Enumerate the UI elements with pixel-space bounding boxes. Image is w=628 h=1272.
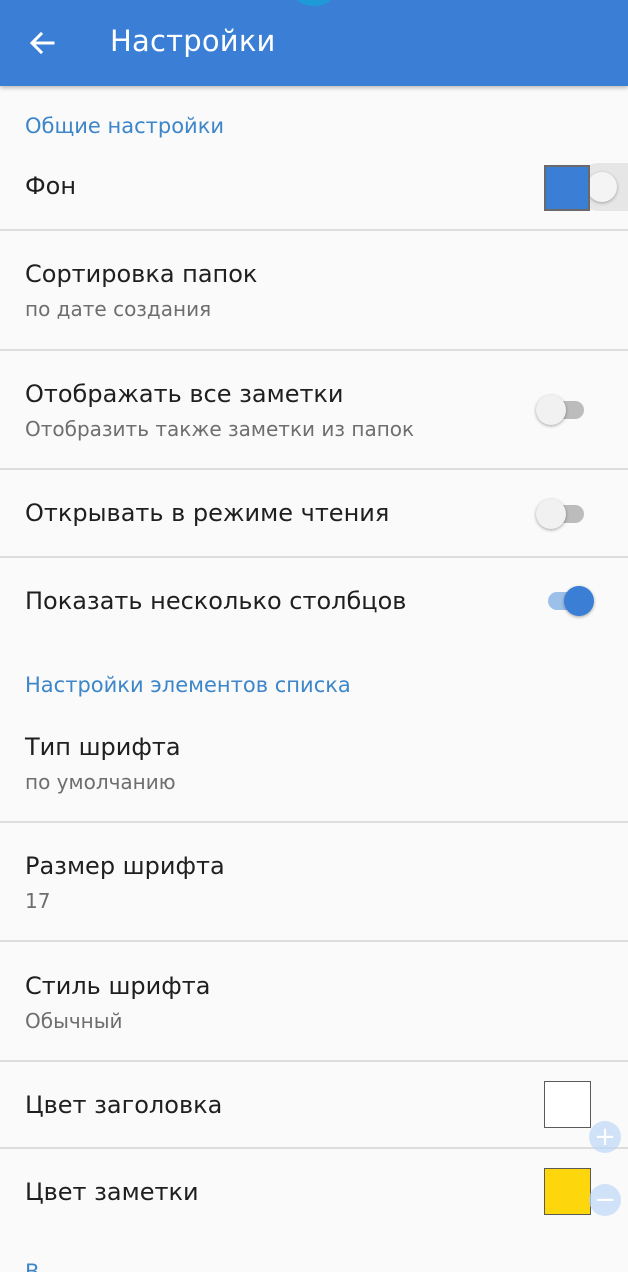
setting-title: Цвет заметки — [25, 1178, 199, 1206]
status-indicator — [296, 0, 332, 6]
setting-title: Тип шрифта — [25, 733, 181, 761]
setting-font-size[interactable]: Размер шрифта 17 — [0, 823, 628, 940]
switch-thumb — [564, 586, 594, 616]
setting-summary: 17 — [25, 889, 51, 913]
setting-title: Размер шрифта — [25, 852, 225, 880]
reading-mode-switch[interactable] — [536, 493, 592, 533]
note-color-swatch[interactable] — [544, 1168, 591, 1215]
setting-title: Сортировка папок — [25, 260, 258, 288]
setting-folder-sort[interactable]: Сортировка папок по дате создания — [0, 231, 628, 349]
header-color-swatch[interactable] — [544, 1081, 591, 1128]
section-header-next: В — [25, 1260, 40, 1272]
setting-summary: Обычный — [25, 1009, 123, 1033]
setting-title: Фон — [25, 172, 77, 200]
setting-font-style[interactable]: Стиль шрифта Обычный — [0, 942, 628, 1060]
setting-title: Цвет заголовка — [25, 1091, 223, 1119]
arrow-left-icon — [29, 31, 55, 55]
switch-thumb — [536, 499, 566, 529]
setting-note-color[interactable]: Цвет заметки — [0, 1149, 628, 1235]
setting-title: Стиль шрифта — [25, 972, 211, 1000]
show-all-notes-switch[interactable] — [536, 389, 592, 429]
setting-title: Показать несколько столбцов — [25, 587, 407, 615]
setting-multiple-columns[interactable]: Показать несколько столбцов — [0, 558, 628, 644]
section-header-general: Общие настройки — [25, 114, 225, 138]
setting-font-type[interactable]: Тип шрифта по умолчанию — [0, 704, 628, 821]
multiple-columns-switch[interactable] — [542, 580, 598, 620]
back-button[interactable] — [16, 18, 68, 68]
toggle-knob — [587, 172, 617, 202]
plus-icon: + — [594, 1122, 616, 1152]
setting-title: Открывать в режиме чтения — [25, 499, 390, 527]
background-color-swatch — [544, 165, 590, 211]
switch-thumb — [536, 395, 566, 425]
zoom-in-button[interactable]: + — [589, 1121, 621, 1153]
section-header-list-items: Настройки элементов списка — [25, 673, 351, 697]
zoom-out-button[interactable]: − — [589, 1184, 621, 1216]
minus-icon: − — [594, 1185, 616, 1215]
setting-open-reading-mode[interactable]: Открывать в режиме чтения — [0, 470, 628, 556]
setting-background[interactable]: Фон — [0, 150, 628, 230]
background-theme-toggle[interactable] — [543, 163, 628, 211]
setting-title: Отображать все заметки — [25, 380, 344, 408]
app-bar: Настройки — [0, 0, 628, 86]
setting-header-color[interactable]: Цвет заголовка — [0, 1062, 628, 1147]
page-title: Настройки — [110, 24, 276, 58]
setting-summary: по дате создания — [25, 297, 212, 321]
setting-summary: Отобразить также заметки из папок — [25, 417, 415, 441]
setting-show-all-notes[interactable]: Отображать все заметки Отобразить также … — [0, 351, 628, 468]
setting-summary: по умолчанию — [25, 770, 176, 794]
